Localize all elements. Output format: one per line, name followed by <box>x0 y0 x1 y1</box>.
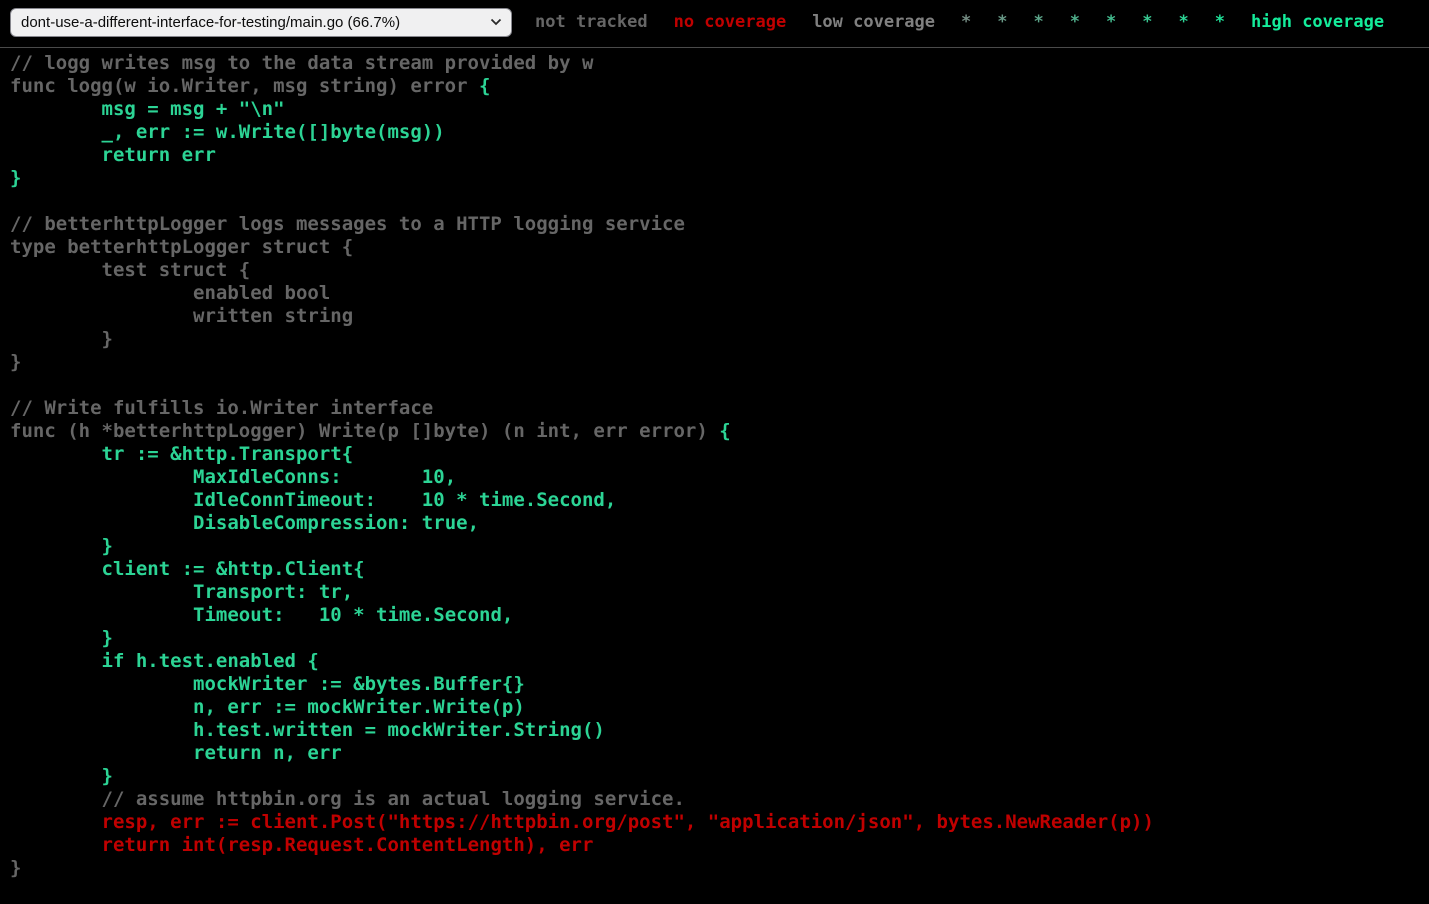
code-segment: test struct { <box>10 259 250 281</box>
code-segment: h.test.written = mockWriter.String() <box>10 719 605 741</box>
code-segment: } <box>10 765 113 787</box>
code-segment: // betterhttpLogger logs messages to a H… <box>10 213 685 235</box>
legend-cov4-star: * <box>1034 12 1044 32</box>
code-segment: DisableCompression: true, <box>10 512 479 534</box>
code-segment: { <box>719 420 730 442</box>
code-segment: return int(resp.Request.ContentLength), … <box>10 834 593 856</box>
code-segment: Transport: tr, <box>10 581 353 603</box>
legend-cov7-star: * <box>1142 12 1152 32</box>
code-segment: msg = msg + "\n" <box>10 98 285 120</box>
code-segment: } <box>10 857 21 879</box>
code-segment: tr := &http.Transport{ <box>10 443 353 465</box>
code-segment: enabled bool <box>10 282 330 304</box>
code-segment: mockWriter := &bytes.Buffer{} <box>10 673 525 695</box>
code-segment: } <box>10 167 21 189</box>
code-segment: } <box>10 535 113 557</box>
code-segment: client := &http.Client{ <box>10 558 365 580</box>
code-segment: // Write fulfills io.Writer interface <box>10 397 433 419</box>
legend-cov5-star: * <box>1070 12 1080 32</box>
code-segment: n, err := mockWriter.Write(p) <box>10 696 525 718</box>
code-segment: return err <box>10 144 216 166</box>
code-segment: func logg(w io.Writer, msg string) error <box>10 75 479 97</box>
code-segment: resp, err := client.Post("https://httpbi… <box>10 811 1154 833</box>
code-segment: func (h *betterhttpLogger) Write(p []byt… <box>10 420 719 442</box>
legend-cov9-star: * <box>1215 12 1225 32</box>
code-segment: { <box>479 75 490 97</box>
code-segment: // assume httpbin.org is an actual loggi… <box>10 788 685 810</box>
code-segment: } <box>10 351 21 373</box>
legend-cov2-star: * <box>961 12 971 32</box>
code-segment: // logg writes msg to the data stream pr… <box>10 52 593 74</box>
code-segment: return n, err <box>10 742 342 764</box>
code-segment: } <box>10 627 113 649</box>
file-selector-wrap: dont-use-a-different-interface-for-testi… <box>10 8 512 37</box>
content: // logg writes msg to the data stream pr… <box>0 52 1429 880</box>
topbar: dont-use-a-different-interface-for-testi… <box>0 0 1429 48</box>
source-code: // logg writes msg to the data stream pr… <box>10 52 1429 880</box>
legend-not-tracked: not tracked <box>535 12 648 32</box>
code-segment: IdleConnTimeout: 10 * time.Second, <box>10 489 616 511</box>
legend-no-coverage: no coverage <box>674 12 787 32</box>
file-selector[interactable]: dont-use-a-different-interface-for-testi… <box>10 8 512 37</box>
legend-high-coverage: high coverage <box>1251 12 1384 32</box>
code-segment: Timeout: 10 * time.Second, <box>10 604 513 626</box>
code-segment: } <box>10 328 113 350</box>
legend-low-coverage: low coverage <box>812 12 935 32</box>
code-segment: MaxIdleConns: 10, <box>10 466 456 488</box>
code-segment: written string <box>10 305 353 327</box>
code-segment: if h.test.enabled { <box>10 650 319 672</box>
legend-cov8-star: * <box>1179 12 1189 32</box>
legend-cov3-star: * <box>997 12 1007 32</box>
code-segment: type betterhttpLogger struct { <box>10 236 353 258</box>
legend-cov6-star: * <box>1106 12 1116 32</box>
coverage-legend: not tracked no coverage low coverage * * * * * *… <box>522 12 1397 32</box>
code-segment: _, err := w.Write([]byte(msg)) <box>10 121 445 143</box>
